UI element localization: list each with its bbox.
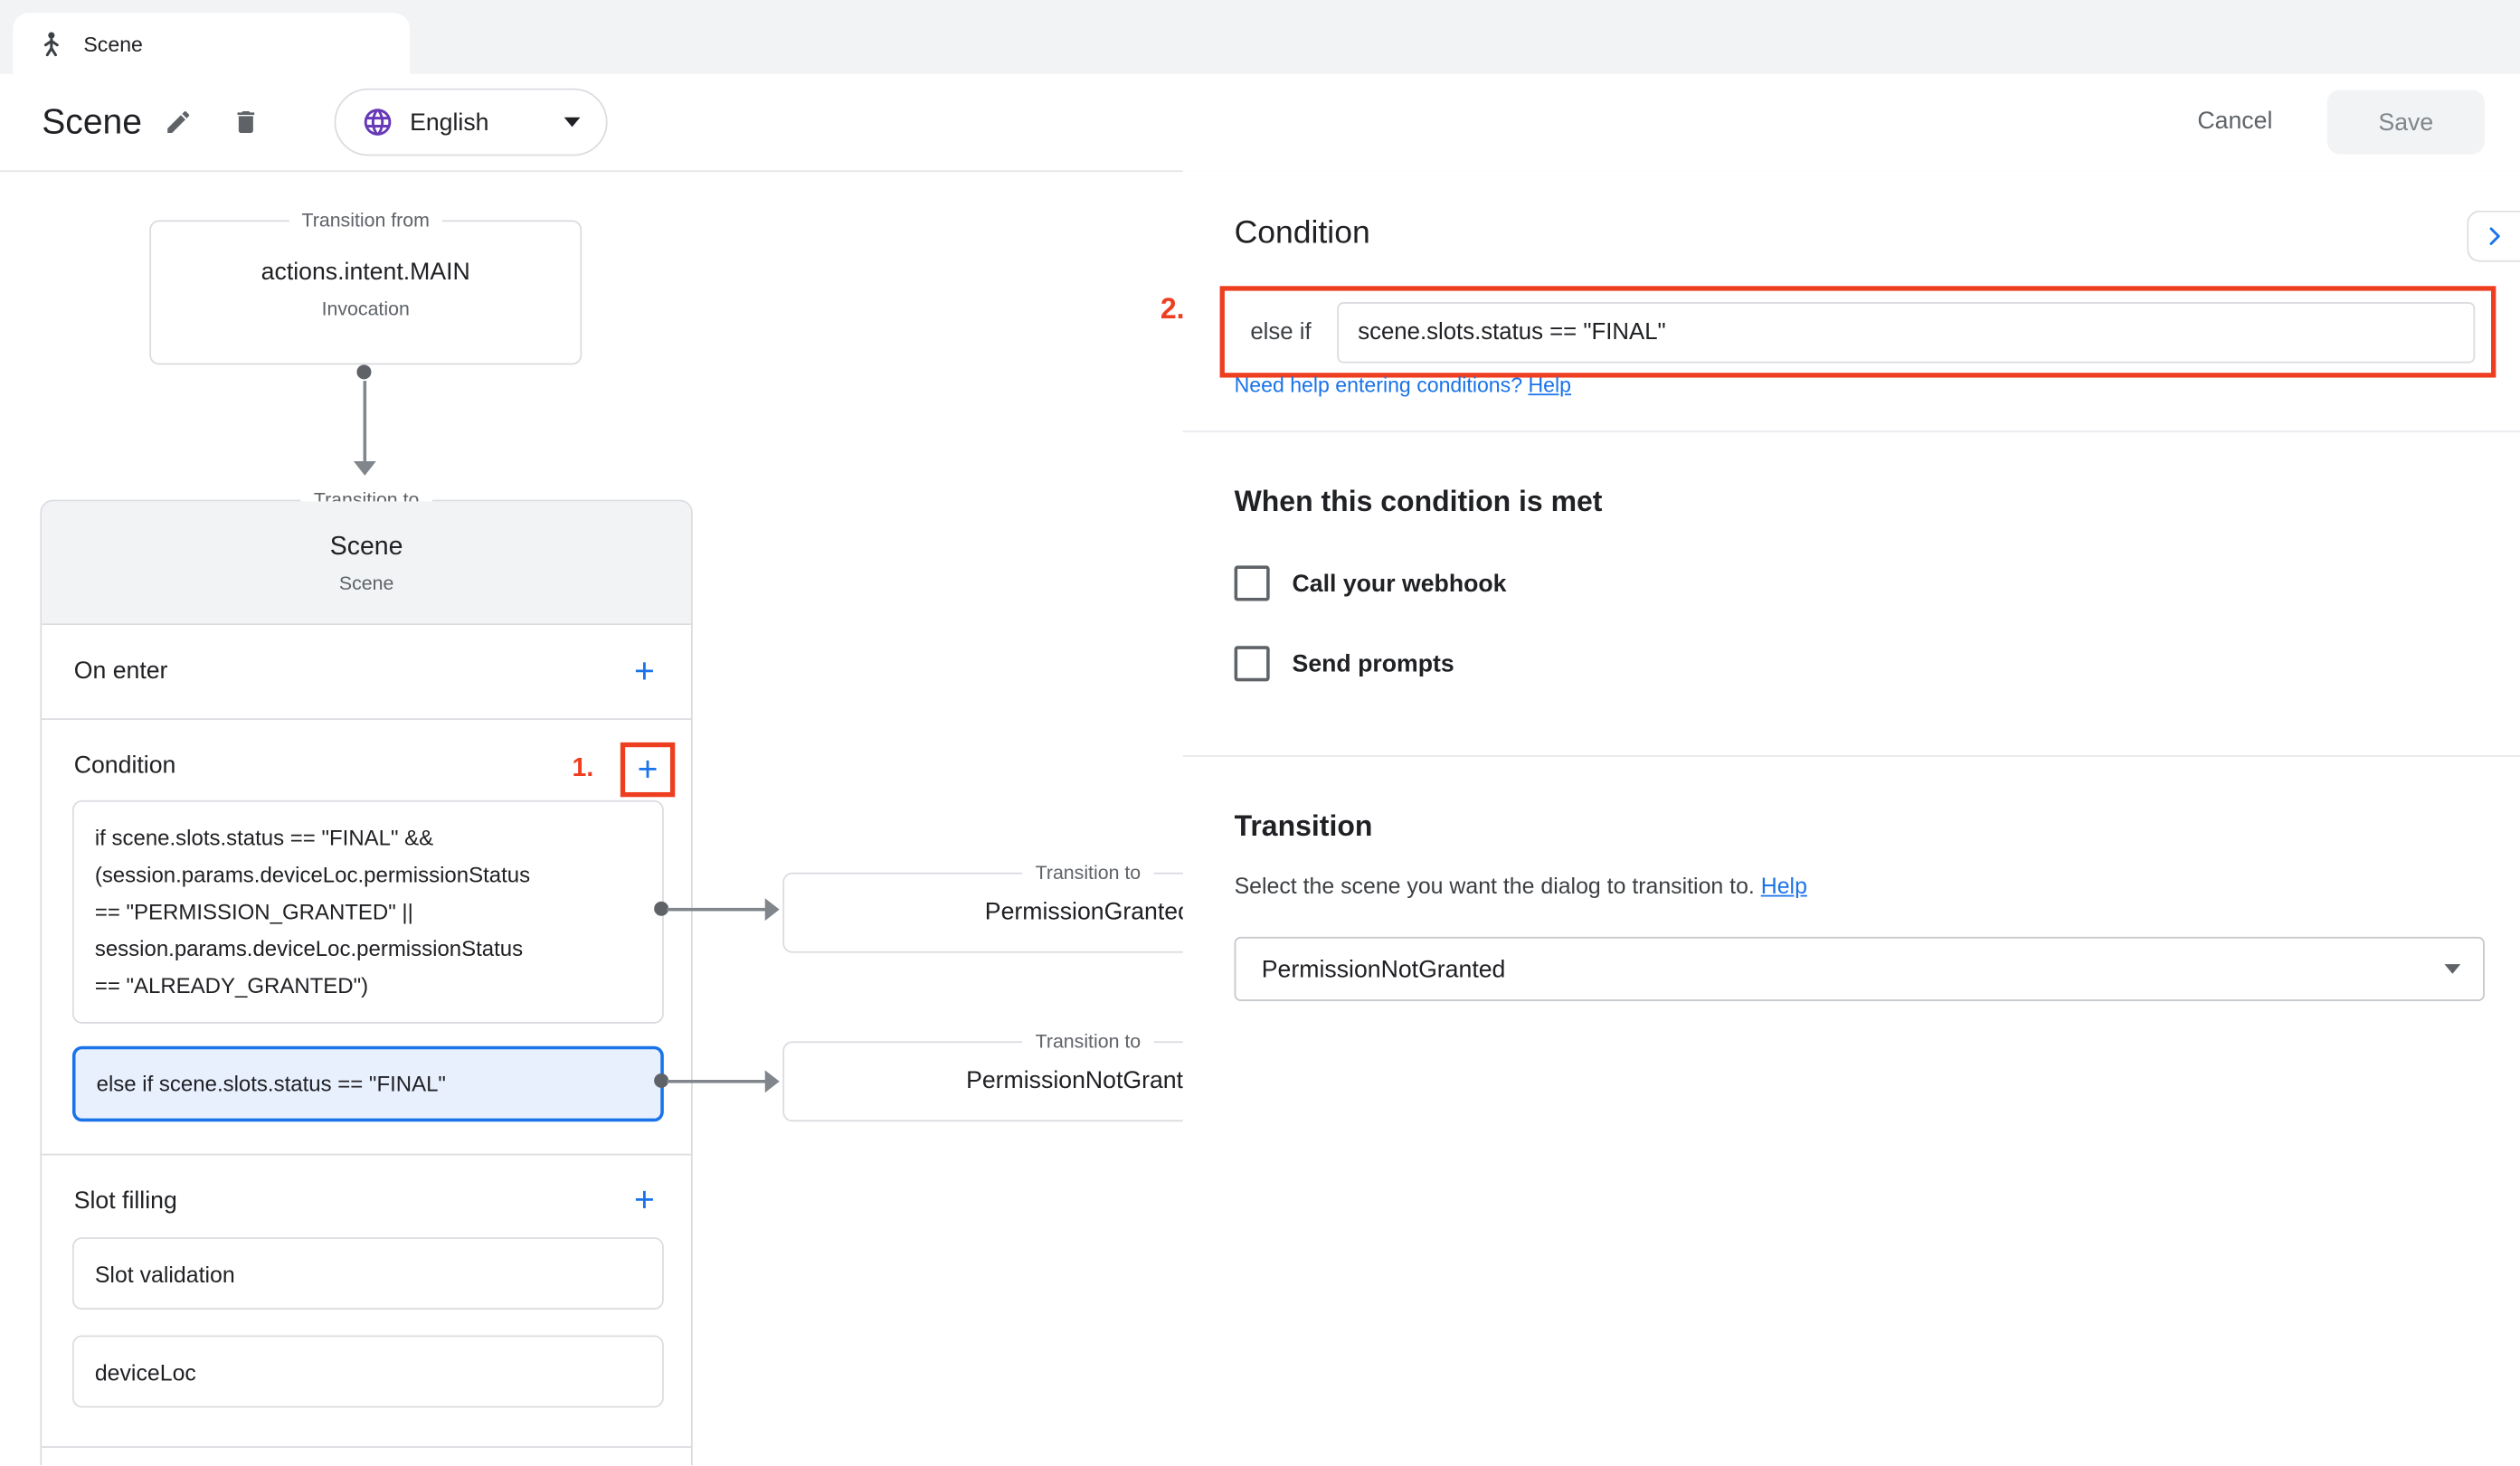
- condition-help-link[interactable]: Help: [1529, 373, 1572, 397]
- divider: [42, 1446, 691, 1448]
- connector-line: [667, 908, 766, 912]
- condition-help-text: Need help entering conditions?: [1235, 373, 1522, 397]
- on-enter-section: On enter +: [42, 623, 691, 720]
- condition-help-line: Need help entering conditions? Help: [1235, 373, 1571, 397]
- arrow-right-icon: [765, 898, 780, 921]
- webhook-checkbox-row[interactable]: Call your webhook: [1235, 565, 1507, 601]
- invocation-node[interactable]: Transition from actions.intent.MAIN Invo…: [149, 220, 582, 364]
- divider: [1183, 755, 2520, 757]
- scene-node-header[interactable]: Scene Scene: [42, 501, 691, 625]
- invocation-title: actions.intent.MAIN: [151, 259, 580, 286]
- save-button[interactable]: Save: [2327, 90, 2485, 155]
- prompts-checkbox-label: Send prompts: [1293, 650, 1454, 677]
- connector-dot: [356, 364, 371, 379]
- slot-filling-label: Slot filling: [74, 1187, 621, 1214]
- connector-line: [364, 381, 367, 461]
- delete-scene-button[interactable]: [227, 103, 266, 142]
- tab-label: Scene: [83, 32, 143, 56]
- transition-select-value: PermissionNotGranted: [1262, 955, 1506, 982]
- webhook-checkbox-label: Call your webhook: [1293, 570, 1507, 597]
- trash-icon: [232, 108, 261, 137]
- add-slot-button[interactable]: +: [621, 1177, 668, 1225]
- condition-expression-input[interactable]: [1337, 301, 2475, 363]
- add-condition-button[interactable]: +: [625, 745, 670, 793]
- app-root: Scene Scene English Cancel Save Transiti…: [0, 0, 2520, 1465]
- language-label: English: [410, 109, 548, 136]
- divider: [1183, 430, 2520, 432]
- annotation-box-1: +: [621, 742, 675, 797]
- when-met-title: When this condition is met: [1235, 486, 1603, 519]
- arrow-right-icon: [765, 1070, 780, 1092]
- connector-line: [667, 1080, 766, 1083]
- scene-node: Transition to Scene Scene On enter + Con…: [40, 500, 692, 1466]
- transition-select[interactable]: PermissionNotGranted: [1235, 937, 2485, 1001]
- on-enter-label: On enter: [74, 657, 621, 685]
- globe-icon: [362, 106, 394, 138]
- scene-person-icon: [39, 31, 64, 56]
- annotation-1: 1.: [573, 755, 594, 784]
- transition-help-link[interactable]: Help: [1761, 873, 1807, 898]
- chevron-right-icon: [2481, 223, 2506, 249]
- pencil-icon: [164, 108, 193, 137]
- slot-item-deviceloc[interactable]: deviceLoc: [72, 1336, 664, 1408]
- page-header: Scene English Cancel Save: [0, 74, 2520, 172]
- page-title: Scene: [42, 74, 142, 171]
- invocation-frame-label: Transition from: [289, 209, 442, 232]
- transition-title: Transition: [1235, 810, 1373, 844]
- scene-node-subtitle: Scene: [42, 572, 691, 595]
- prompts-checkbox[interactable]: [1235, 646, 1270, 681]
- add-on-enter-button[interactable]: +: [621, 647, 668, 695]
- collapse-panel-button[interactable]: [2467, 211, 2520, 262]
- language-selector[interactable]: English: [335, 89, 608, 156]
- transition-description: Select the scene you want the dialog to …: [1235, 873, 1807, 898]
- slot-item-validation[interactable]: Slot validation: [72, 1237, 664, 1310]
- condition-operator-label: else if: [1250, 319, 1311, 345]
- panel-title: Condition: [1235, 215, 1370, 252]
- tab-strip: Scene: [0, 0, 2520, 74]
- prompts-checkbox-row[interactable]: Send prompts: [1235, 646, 1454, 681]
- slot-filling-section: Slot filling +: [42, 1154, 691, 1247]
- condition-section: Condition: [42, 720, 691, 810]
- annotation-2: 2.: [1161, 292, 1185, 326]
- chevron-down-icon: [564, 118, 581, 128]
- webhook-checkbox[interactable]: [1235, 565, 1270, 601]
- select-caret-icon: [2444, 964, 2460, 974]
- condition-editor-panel: Condition 2. else if Need help entering …: [1183, 170, 2520, 1465]
- scene-node-title: Scene: [42, 501, 691, 563]
- tab-scene[interactable]: Scene: [13, 13, 410, 74]
- invocation-subtitle: Invocation: [151, 298, 580, 320]
- cancel-button[interactable]: Cancel: [2197, 74, 2272, 171]
- transition-description-text: Select the scene you want the dialog to …: [1235, 873, 1755, 898]
- arrow-down-icon: [354, 461, 376, 476]
- annotation-box-2: else if: [1220, 286, 2496, 377]
- condition-item-2-selected[interactable]: else if scene.slots.status == "FINAL": [72, 1046, 664, 1122]
- edit-scene-button[interactable]: [159, 103, 198, 142]
- condition-item-1[interactable]: if scene.slots.status == "FINAL" && (ses…: [72, 800, 664, 1024]
